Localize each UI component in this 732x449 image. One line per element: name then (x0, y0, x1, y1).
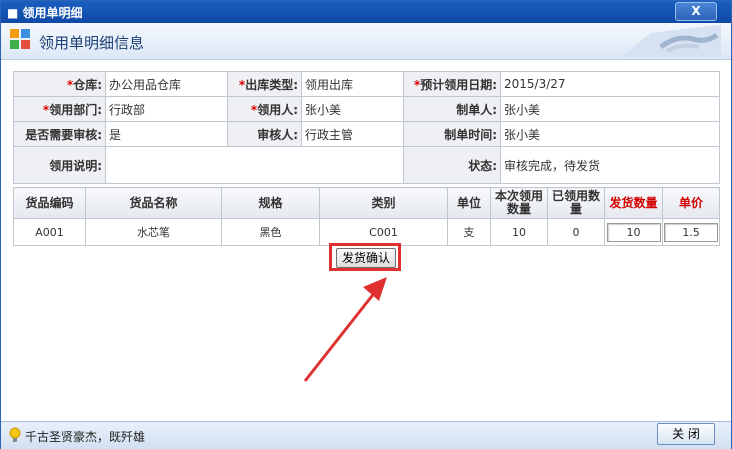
receiver-label: *领用人: (227, 96, 302, 122)
col-header-name[interactable]: 货品名称 (85, 187, 222, 219)
create-time-value: 张小美 (500, 121, 720, 147)
col-header-unit[interactable]: 单位 (447, 187, 491, 219)
cell-price: 1.5 (662, 218, 720, 246)
document-list-icon (10, 29, 30, 49)
desc-label: 领用说明: (13, 146, 106, 184)
create-time-label: 制单时间: (403, 121, 501, 147)
status-tip: 千古圣贤豪杰，既歼雄 (25, 430, 146, 444)
warehouse-label: *仓库: (13, 71, 106, 97)
cell-used-qty: 0 (547, 218, 605, 246)
cell-ship-qty: 10 (604, 218, 663, 246)
col-header-ship-qty[interactable]: 发货数量 (604, 187, 663, 219)
cell-category: C001 (319, 218, 448, 246)
out-type-value: 领用出库 (301, 71, 404, 97)
lightbulb-icon (9, 427, 21, 442)
status-label: 状态: (403, 146, 501, 184)
expected-date-value: 2015/3/27 (500, 71, 720, 97)
col-header-category[interactable]: 类别 (319, 187, 448, 219)
col-header-code[interactable]: 货品编码 (13, 187, 86, 219)
col-header-used-qty[interactable]: 已领用数量 (547, 187, 605, 219)
close-button[interactable]: 关 闭 (657, 423, 715, 445)
desc-value (105, 146, 404, 184)
reviewer-value: 行政主管 (301, 121, 404, 147)
window-close-button[interactable]: X (675, 2, 717, 21)
reviewer-label: 审核人: (227, 121, 302, 147)
cell-spec: 黑色 (221, 218, 320, 246)
dialog-header: 领用单明细信息 (1, 23, 731, 60)
need-review-value: 是 (105, 121, 228, 147)
cell-unit: 支 (447, 218, 491, 246)
dept-value: 行政部 (105, 96, 228, 122)
need-review-label: 是否需要审核: (13, 121, 106, 147)
warehouse-value: 办公用品仓库 (105, 71, 228, 97)
page-title: 领用单明细信息 (39, 34, 145, 52)
table-row[interactable]: A001 水芯笔 黑色 C001 支 10 0 10 1.5 (13, 218, 720, 246)
window-title: ■ 领用单明细 (7, 6, 83, 20)
receiver-value: 张小美 (301, 96, 404, 122)
dialog-window: ■ 领用单明细 X 领用单明细信息 *仓库: 办公用品仓库 *出库类型: 领用出… (0, 0, 732, 449)
col-header-spec[interactable]: 规格 (221, 187, 320, 219)
status-value: 审核完成，待发货 (500, 146, 720, 184)
title-bar[interactable]: ■ 领用单明细 X (1, 1, 731, 23)
cell-code: A001 (13, 218, 86, 246)
handshake-icon (621, 25, 721, 57)
col-header-this-qty[interactable]: 本次领用数量 (490, 187, 548, 219)
window-title-text: 领用单明细 (22, 6, 83, 20)
creator-value: 张小美 (500, 96, 720, 122)
cell-this-qty: 10 (490, 218, 548, 246)
col-header-price[interactable]: 单价 (662, 187, 720, 219)
table-header-row: 货品编码 货品名称 规格 类别 单位 本次领用数量 已领用数量 发货数量 单价 (13, 187, 720, 219)
expected-date-label: *预计领用日期: (403, 71, 501, 97)
items-table: 货品编码 货品名称 规格 类别 单位 本次领用数量 已领用数量 发货数量 单价 … (13, 187, 720, 246)
ship-qty-input[interactable]: 10 (606, 222, 661, 242)
cell-name: 水芯笔 (85, 218, 222, 246)
creator-label: 制单人: (403, 96, 501, 122)
out-type-label: *出库类型: (227, 71, 302, 97)
price-input[interactable]: 1.5 (664, 222, 718, 242)
detail-form: *仓库: 办公用品仓库 *出库类型: 领用出库 *预计领用日期: 2015/3/… (13, 71, 720, 184)
status-bar: 千古圣贤豪杰，既歼雄 关 闭 (1, 421, 731, 449)
dept-label: *领用部门: (13, 96, 106, 122)
pointer-arrow-icon (303, 277, 387, 382)
